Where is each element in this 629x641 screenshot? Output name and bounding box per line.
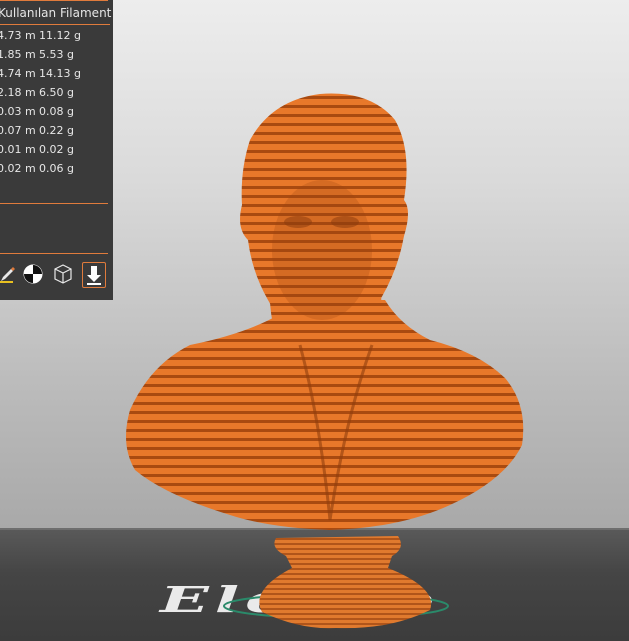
export-icon [87,266,101,285]
filament-weight: 6.50 g [39,86,74,99]
filament-weight: 14.13 g [39,67,81,80]
bust-model[interactable] [120,85,540,641]
filament-weight: 5.53 g [39,48,74,61]
paint-tool-icon [0,267,15,283]
filament-row: 2.18 m 6.50 g [0,86,74,104]
filament-length: 0.01 m [0,143,36,156]
center-view-icon [23,264,43,284]
section-divider [0,253,108,254]
center-view-button[interactable] [21,262,45,286]
eye-left [284,216,312,228]
filament-length: 2.18 m [0,86,36,99]
filament-row: 0.03 m 0.08 g [0,105,74,123]
pedestal [259,536,432,629]
wireframe-view-button[interactable] [51,262,75,286]
filament-weight: 0.08 g [39,105,74,118]
view-toolbar [0,262,110,290]
eye-right [331,216,359,228]
panel-header: Kullanılan Filament [0,0,112,25]
filament-weight: 11.12 g [39,29,81,42]
filament-row: 4.74 m 14.13 g [0,67,81,85]
filament-weight: 0.02 g [39,143,74,156]
filament-length: 4.74 m [0,67,36,80]
filament-length: 0.07 m [0,124,36,137]
filament-row: 0.02 m 0.06 g [0,162,74,180]
filament-row: 0.07 m 0.22 g [0,124,74,142]
filament-stats-panel: Kullanılan Filament 4.73 m 11.12 g 1.85 m… [0,0,113,300]
section-divider [0,203,108,204]
filament-length: 0.03 m [0,105,36,118]
wireframe-cube-icon [54,264,72,284]
paint-tool-button[interactable] [0,262,20,286]
filament-length: 4.73 m [0,29,36,42]
face-shadow [272,180,372,320]
filament-row: 1.85 m 5.53 g [0,48,74,66]
filament-weight: 0.06 g [39,162,74,175]
filament-row: 4.73 m 11.12 g [0,29,81,47]
filament-weight: 0.22 g [39,124,74,137]
filament-length: 0.02 m [0,162,36,175]
filament-length: 1.85 m [0,48,36,61]
filament-row: 0.01 m 0.02 g [0,143,74,161]
export-button[interactable] [82,262,106,288]
panel-title: Kullanılan Filament [0,6,112,20]
